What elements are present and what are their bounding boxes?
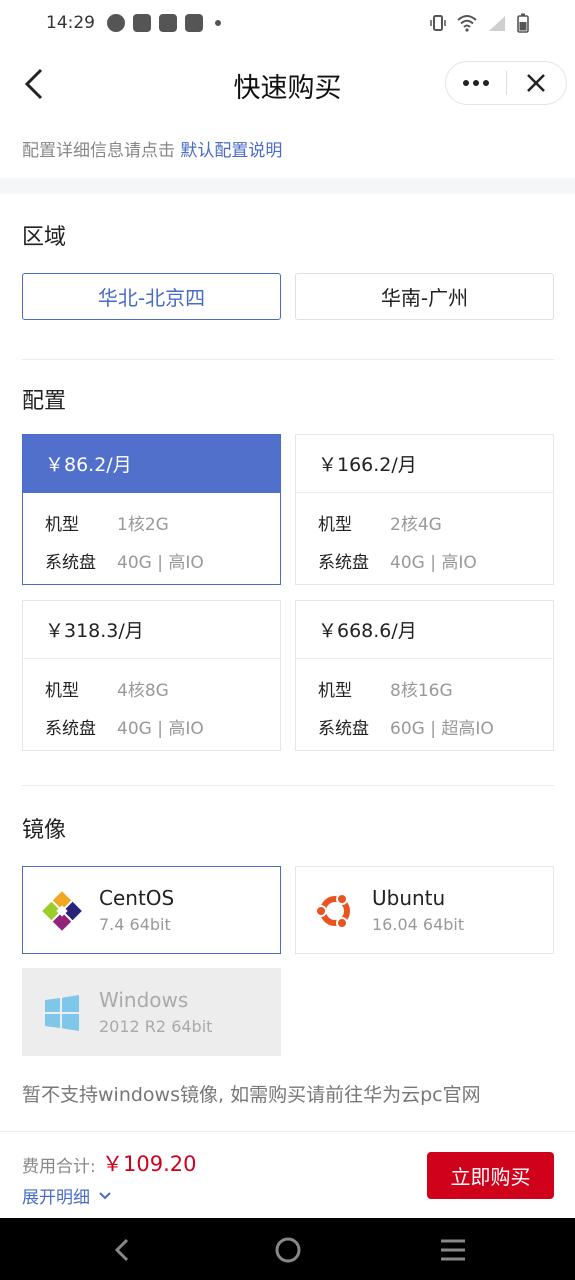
image-version: 7.4 64bit	[99, 915, 171, 934]
centos-logo-icon	[42, 891, 82, 931]
ubuntu-logo-icon	[315, 893, 350, 929]
system-menu-button[interactable]	[433, 1230, 473, 1270]
plan-price: ￥86.2/月	[23, 435, 280, 493]
section-gap	[0, 178, 575, 194]
windows-logo-icon	[45, 995, 79, 1031]
image-option-centos[interactable]: CentOS 7.4 64bit	[22, 866, 281, 954]
more-icon	[462, 80, 489, 86]
battery-icon	[517, 13, 529, 33]
total-label: 费用合计:	[22, 1157, 96, 1177]
plan-price: ￥668.6/月	[296, 601, 553, 659]
dot-icon	[215, 20, 221, 26]
plan-disk-row: 系统盘 40G | 高IO	[318, 548, 477, 573]
plan-machine-row: 机型 1核2G	[45, 510, 169, 535]
disk-value: 40G | 高IO	[117, 719, 204, 739]
expand-details-button[interactable]: 展开明细	[22, 1183, 112, 1208]
plan-disk-row: 系统盘 40G | 高IO	[45, 548, 204, 573]
machine-label: 机型	[45, 515, 79, 535]
plan-card[interactable]: ￥318.3/月 机型 4核8G 系统盘 40G | 高IO	[22, 600, 281, 751]
image-name: Ubuntu	[372, 886, 446, 910]
machine-value: 2核4G	[390, 515, 442, 535]
image-option-ubuntu[interactable]: Ubuntu 16.04 64bit	[295, 866, 554, 954]
image-option-windows: Windows 2012 R2 64bit	[22, 968, 281, 1056]
disk-value: 40G | 高IO	[390, 553, 477, 573]
plan-price: ￥318.3/月	[23, 601, 280, 659]
system-home-button[interactable]	[268, 1230, 308, 1270]
system-nav-bar	[0, 1218, 575, 1280]
plan-disk-row: 系统盘 60G | 超高IO	[318, 714, 494, 739]
nav-bar: 快速购买	[0, 46, 575, 122]
windows-notice: 暂不支持windows镜像, 如需购买请前往华为云pc官网	[22, 1084, 481, 1106]
disk-label: 系统盘	[318, 719, 369, 739]
status-time: 14:29	[46, 13, 95, 33]
plan-card[interactable]: ￥166.2/月 机型 2核4G 系统盘 40G | 高IO	[295, 434, 554, 585]
purchase-footer: 费用合计: ￥109.20 展开明细 立即购买	[0, 1131, 575, 1218]
disk-label: 系统盘	[45, 553, 96, 573]
total-value: ￥109.20	[102, 1152, 197, 1176]
back-arrow-icon	[114, 1238, 129, 1262]
machine-label: 机型	[318, 515, 352, 535]
image-name: Windows	[99, 988, 189, 1012]
image-title: 镜像	[22, 818, 67, 843]
plan-machine-row: 机型 4核8G	[45, 676, 169, 701]
machine-value: 8核16G	[390, 681, 453, 701]
region-option-beijing4[interactable]: 华北-北京四	[22, 273, 281, 320]
plan-machine-row: 机型 2核4G	[318, 510, 442, 535]
config-info-line: 配置详细信息请点击 默认配置说明	[22, 136, 282, 161]
menu-icon	[441, 1239, 465, 1261]
wifi-icon	[457, 15, 477, 32]
mail-icon	[185, 14, 203, 32]
plan-card[interactable]: ￥668.6/月 机型 8核16G 系统盘 60G | 超高IO	[295, 600, 554, 751]
more-button[interactable]	[446, 62, 506, 104]
plan-machine-row: 机型 8核16G	[318, 676, 453, 701]
home-circle-icon	[275, 1237, 301, 1263]
chevron-down-icon	[99, 1191, 111, 1199]
close-button[interactable]	[507, 62, 567, 104]
machine-label: 机型	[318, 681, 352, 701]
plan-disk-row: 系统盘 40G | 高IO	[45, 714, 204, 739]
disk-value: 40G | 高IO	[117, 553, 204, 573]
divider	[22, 785, 554, 786]
region-option-guangzhou[interactable]: 华南-广州	[295, 273, 554, 320]
dial-icon	[107, 14, 125, 32]
plan-price: ￥166.2/月	[296, 435, 553, 493]
info-prefix: 配置详细信息请点击	[22, 141, 175, 161]
disk-value: 60G | 超高IO	[390, 719, 494, 739]
buy-now-button[interactable]: 立即购买	[427, 1152, 554, 1199]
plan-card[interactable]: ￥86.2/月 机型 1核2G 系统盘 40G | 高IO	[22, 434, 281, 585]
machine-value: 1核2G	[117, 515, 169, 535]
image-version: 16.04 64bit	[372, 915, 465, 934]
disk-label: 系统盘	[45, 719, 96, 739]
region-title: 区域	[22, 225, 67, 250]
close-icon	[527, 74, 546, 92]
config-title: 配置	[22, 389, 67, 414]
expand-details-label: 展开明细	[22, 1188, 90, 1208]
mini-program-capsule	[445, 61, 567, 105]
image-version: 2012 R2 64bit	[99, 1017, 213, 1036]
mail-icon	[133, 14, 151, 32]
machine-label: 机型	[45, 681, 79, 701]
machine-value: 4核8G	[117, 681, 169, 701]
signal-icon	[489, 16, 505, 31]
mail-icon	[159, 14, 177, 32]
disk-label: 系统盘	[318, 553, 369, 573]
default-config-link[interactable]: 默认配置说明	[180, 141, 282, 161]
image-name: CentOS	[99, 886, 175, 910]
vibrate-icon	[430, 15, 446, 31]
divider	[22, 359, 554, 360]
system-back-button[interactable]	[102, 1230, 142, 1270]
status-bar: 14:29	[0, 0, 575, 46]
